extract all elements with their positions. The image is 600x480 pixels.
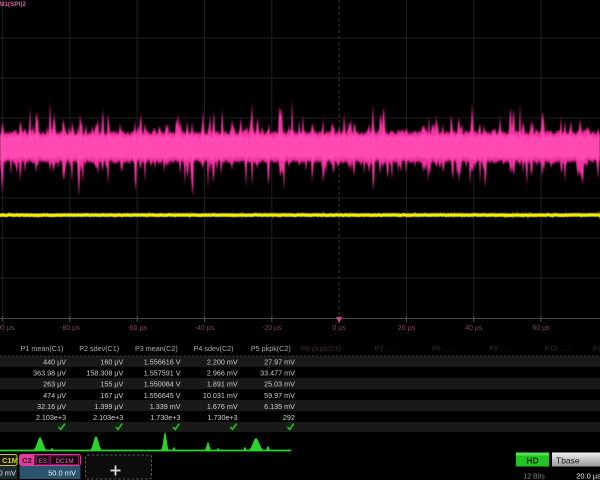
svg-text:-20 µs: -20 µs <box>262 325 282 332</box>
svg-text:2.103e+3: 2.103e+3 <box>93 413 123 422</box>
svg-text:160 µV: 160 µV <box>100 358 123 367</box>
svg-text:-60 µs: -60 µs <box>127 325 147 332</box>
svg-text:263 µV: 263 µV <box>43 380 66 389</box>
svg-text:40 µs: 40 µs <box>465 325 483 332</box>
svg-text:6.135 mV: 6.135 mV <box>264 402 295 411</box>
svg-text:-100 µs: -100 µs <box>0 325 15 332</box>
svg-text:ES: ES <box>39 458 48 465</box>
svg-text:0 µs: 0 µs <box>332 325 346 332</box>
svg-text:1.557591 V: 1.557591 V <box>144 369 181 378</box>
svg-text:20.0 µs: 20.0 µs <box>576 472 600 480</box>
svg-text:P7 . . .: P7 . . . <box>375 344 396 353</box>
svg-text:P2 sdev(C1): P2 sdev(C1) <box>79 344 119 353</box>
svg-text:C2: C2 <box>22 456 32 465</box>
svg-text:12 Bits: 12 Bits <box>523 474 545 480</box>
svg-text:Tbase: Tbase <box>556 456 580 466</box>
svg-text:1.550084 V: 1.550084 V <box>144 380 181 389</box>
svg-text:2.200 mV: 2.200 mV <box>207 358 238 367</box>
svg-text:1.556616 V: 1.556616 V <box>144 358 181 367</box>
svg-text:P11: P11 <box>593 344 600 353</box>
svg-text:P3 mean(C2): P3 mean(C2) <box>135 344 178 353</box>
svg-text:P6 pkpk(C3): P6 pkpk(C3) <box>301 344 341 353</box>
svg-text:10.031 mV: 10.031 mV <box>203 391 238 400</box>
svg-text:P9 . . .: P9 . . . <box>489 344 510 353</box>
svg-text:0 mV: 0 mV <box>0 469 16 478</box>
svg-text:1.339 mV: 1.339 mV <box>150 402 181 411</box>
svg-text:1.399 µV: 1.399 µV <box>94 402 123 411</box>
svg-text:P10 . . .: P10 . . . <box>544 344 569 353</box>
svg-text:1.556645 V: 1.556645 V <box>144 391 181 400</box>
svg-text:P4 sdev(C2): P4 sdev(C2) <box>194 344 234 353</box>
svg-text:2.966 mV: 2.966 mV <box>207 369 238 378</box>
svg-text:363.98 µV: 363.98 µV <box>33 369 66 378</box>
svg-text:32.16 µV: 32.16 µV <box>37 402 66 411</box>
svg-text:20 µs: 20 µs <box>398 325 416 332</box>
svg-text:-40 µs: -40 µs <box>195 325 215 332</box>
svg-text:27.97 mV: 27.97 mV <box>264 358 295 367</box>
svg-text:1.676 mV: 1.676 mV <box>207 402 238 411</box>
svg-text:50.0 mV: 50.0 mV <box>48 469 76 478</box>
svg-text:1.730e+3: 1.730e+3 <box>150 413 180 422</box>
svg-text:155 µV: 155 µV <box>100 380 123 389</box>
svg-text:60 µs: 60 µs <box>532 325 550 332</box>
svg-text:59.97 mV: 59.97 mV <box>264 391 295 400</box>
svg-text:P5 pkpk(C2): P5 pkpk(C2) <box>251 344 291 353</box>
svg-text:C1M: C1M <box>2 456 18 465</box>
svg-text:25.03 mV: 25.03 mV <box>264 380 295 389</box>
svg-text:DC1M: DC1M <box>55 458 73 465</box>
svg-text:1.730e+3: 1.730e+3 <box>208 413 238 422</box>
svg-text:158.308 µV: 158.308 µV <box>86 369 123 378</box>
svg-text:1.891 mV: 1.891 mV <box>207 380 238 389</box>
svg-text:2.103e+3: 2.103e+3 <box>36 413 66 422</box>
svg-text:M1(SPI)2: M1(SPI)2 <box>0 1 26 8</box>
svg-text:474 µV: 474 µV <box>43 391 66 400</box>
svg-text:167 µV: 167 µV <box>100 391 123 400</box>
svg-text:P8 . . .: P8 . . . <box>432 344 453 353</box>
svg-text:HD: HD <box>526 456 538 466</box>
svg-text:33.477 mV: 33.477 mV <box>260 369 295 378</box>
svg-text:P1 mean(C1): P1 mean(C1) <box>21 344 64 353</box>
svg-text:-80 µs: -80 µs <box>60 325 80 332</box>
svg-text:292: 292 <box>283 413 295 422</box>
svg-text:440 µV: 440 µV <box>43 358 66 367</box>
